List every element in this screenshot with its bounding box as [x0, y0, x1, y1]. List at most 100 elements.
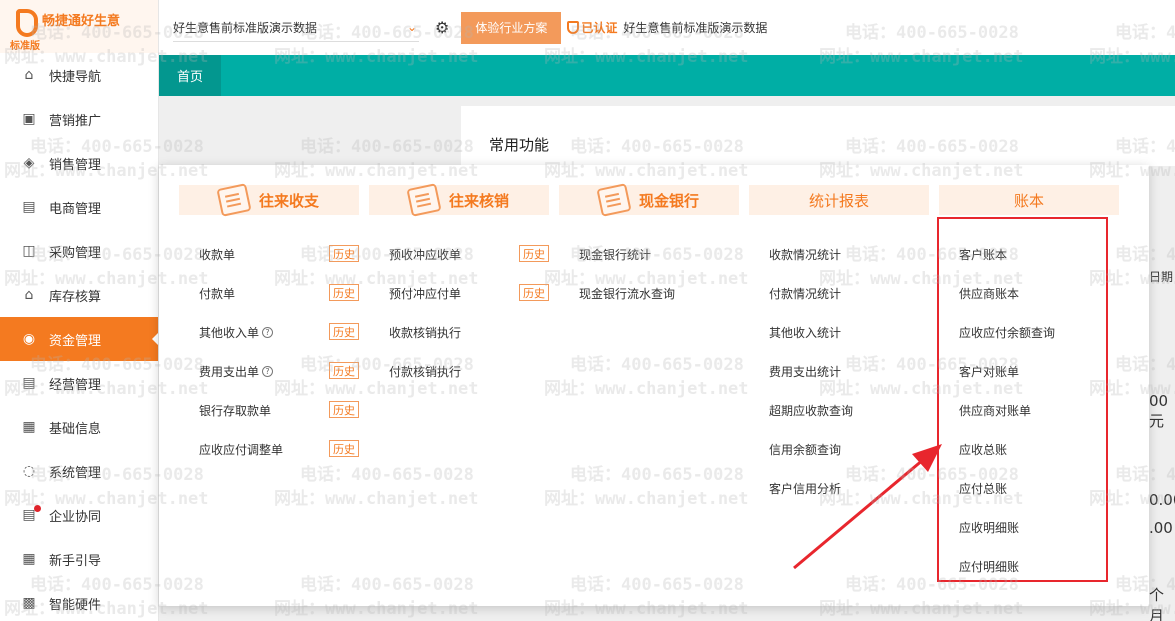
- gift-icon: ▣: [22, 111, 36, 127]
- menu-item[interactable]: 超期应收款查询: [749, 391, 929, 430]
- sidebar-item-label: 资金管理: [49, 333, 102, 349]
- help-icon[interactable]: ?: [262, 366, 274, 377]
- sidebar-item-label: 新手引导: [49, 553, 102, 569]
- help-icon[interactable]: ?: [262, 327, 274, 338]
- sidebar: 标准版 畅捷通好生意 ⌂ 快捷导航 ▣ 营销推广 ◈ 销售管理 ▤ 电商管理 ◫ 采购管理 ⌂ 库存核…: [0, 0, 159, 621]
- menu-item[interactable]: 付款单 历史: [179, 274, 359, 313]
- sidebar-item[interactable]: ⌂ 快捷导航: [0, 53, 158, 97]
- funds-menu-panel: 往来收支 收款单 历史 付款单 历史 其他收入单? 历史 费用支出单? 历史 银行存取款单 历史 应收…: [159, 165, 1149, 606]
- warehouse-icon: ⌂: [24, 287, 34, 303]
- sidebar-item[interactable]: ◌ 系统管理: [0, 449, 158, 493]
- money-icon: ◉: [22, 331, 36, 347]
- menu-item[interactable]: 应收应付调整单 历史: [179, 430, 359, 469]
- document-icon: [406, 183, 442, 217]
- verified-company: 好生意售前标准版演示数据: [623, 21, 768, 35]
- bg-fragment: 0.00: [1149, 491, 1175, 509]
- sidebar-item-label: 经营管理: [49, 377, 102, 393]
- chevron-down-icon: ⌄: [406, 20, 417, 34]
- history-button[interactable]: 历史: [519, 284, 549, 301]
- history-button[interactable]: 历史: [329, 362, 359, 379]
- menu-item[interactable]: 费用支出统计: [749, 352, 929, 391]
- highlight-box: [937, 217, 1108, 582]
- shield-icon: [567, 21, 580, 34]
- menu-item[interactable]: 收款核销执行: [369, 313, 549, 352]
- tab-home[interactable]: 首页: [159, 55, 221, 96]
- sidebar-item[interactable]: ◈ 销售管理: [0, 141, 158, 185]
- menu-item[interactable]: 其他收入统计: [749, 313, 929, 352]
- sidebar-item[interactable]: ◉ 资金管理: [0, 317, 158, 361]
- menu-item[interactable]: 现金银行统计: [559, 235, 739, 274]
- bg-fragment: .00: [1149, 519, 1173, 537]
- sidebar-item[interactable]: ▦ 新手引导: [0, 537, 158, 581]
- edition-label: 标准版: [10, 40, 40, 52]
- sidebar-item[interactable]: ▦ 基础信息: [0, 405, 158, 449]
- sidebar-item[interactable]: ▤ 电商管理: [0, 185, 158, 229]
- sidebar-item[interactable]: ⌂ 库存核算: [0, 273, 158, 317]
- document-icon: [216, 183, 252, 217]
- sidebar-item[interactable]: ◫ 采购管理: [0, 229, 158, 273]
- sidebar-item[interactable]: ▣ 营销推广: [0, 97, 158, 141]
- menu-column: 现金银行现金银行统计 现金银行流水查询: [559, 183, 739, 313]
- history-button[interactable]: 历史: [329, 401, 359, 418]
- sidebar-item-label: 系统管理: [49, 465, 102, 481]
- guide-icon: ▦: [22, 551, 36, 567]
- menu-column-title: 往来收支: [179, 183, 359, 217]
- sidebar-item-label: 基础信息: [49, 421, 102, 437]
- sidebar-item-label: 企业协同: [49, 509, 102, 525]
- tab-bar: 首页: [159, 55, 1175, 96]
- verified-badge: 已认证: [567, 19, 617, 36]
- annotation-arrow: [793, 444, 942, 570]
- menu-column: 往来收支 收款单 历史 付款单 历史 其他收入单? 历史 费用支出单? 历史 银行存取款单 历史 应收…: [179, 183, 359, 469]
- history-button[interactable]: 历史: [519, 245, 549, 262]
- app-logo[interactable]: 标准版 畅捷通好生意: [0, 0, 158, 53]
- history-button[interactable]: 历史: [329, 284, 359, 301]
- sidebar-item[interactable]: ▤ 经营管理: [0, 361, 158, 405]
- menu-item[interactable]: 现金银行流水查询: [559, 274, 739, 313]
- notification-dot: [34, 505, 41, 512]
- sidebar-item-label: 销售管理: [49, 157, 102, 173]
- menu-item[interactable]: 付款核销执行: [369, 352, 549, 391]
- common-functions-card: 常用功能: [461, 106, 1175, 166]
- clipboard-icon: ▤: [22, 375, 36, 391]
- menu-column-title: 账本: [939, 185, 1119, 215]
- bg-fragment: 00元: [1149, 392, 1169, 430]
- history-button[interactable]: 历史: [329, 245, 359, 262]
- sales-icon: ◈: [23, 155, 35, 171]
- company-select[interactable]: 好生意售前标准版演示数据 ⌄: [173, 14, 419, 42]
- document-icon: [596, 183, 632, 217]
- menu-column-title: 现金银行: [559, 183, 739, 217]
- logo-icon: 标准版: [10, 7, 46, 52]
- sidebar-item-label: 快捷导航: [49, 69, 102, 85]
- sidebar-item-label: 采购管理: [49, 245, 102, 261]
- bg-fragment: 日期: [1149, 270, 1174, 284]
- card-title: 常用功能: [489, 136, 550, 154]
- gear-icon[interactable]: ⚙: [435, 18, 449, 37]
- shop-icon: ▤: [22, 199, 36, 215]
- sidebar-item-label: 智能硬件: [49, 597, 102, 613]
- menu-column-title: 统计报表: [749, 185, 929, 215]
- logo-name: 畅捷通好生意: [42, 14, 121, 29]
- menu-item[interactable]: 费用支出单? 历史: [179, 352, 359, 391]
- top-bar: 好生意售前标准版演示数据 ⌄ ⚙ 体验行业方案 已认证 好生意售前标准版演示数据: [159, 0, 1175, 55]
- menu-column-title: 往来核销: [369, 183, 549, 217]
- history-button[interactable]: 历史: [329, 440, 359, 457]
- id-card-icon: ▦: [22, 419, 36, 435]
- history-button[interactable]: 历史: [329, 323, 359, 340]
- bag-icon: ◫: [22, 243, 36, 259]
- menu-item[interactable]: 预付冲应付单 历史: [369, 274, 549, 313]
- sidebar-item-label: 库存核算: [49, 289, 102, 305]
- sidebar-item[interactable]: ▤ 企业协同: [0, 493, 158, 537]
- sidebar-item[interactable]: ▩ 智能硬件: [0, 581, 158, 621]
- system-icon: ◌: [22, 463, 36, 479]
- tv-icon: ▩: [22, 595, 36, 611]
- menu-column: 往来核销预收冲应收单 历史 预付冲应付单 历史 收款核销执行 付款核销执行: [369, 183, 549, 391]
- menu-item[interactable]: 预收冲应收单 历史: [369, 235, 549, 274]
- menu-item[interactable]: 其他收入单? 历史: [179, 313, 359, 352]
- trial-industry-button[interactable]: 体验行业方案: [461, 11, 562, 44]
- menu-item[interactable]: 收款情况统计: [749, 235, 929, 274]
- sidebar-item-label: 电商管理: [49, 201, 102, 217]
- menu-item[interactable]: 付款情况统计: [749, 274, 929, 313]
- menu-item[interactable]: 银行存取款单 历史: [179, 391, 359, 430]
- menu-item[interactable]: 收款单 历史: [179, 235, 359, 274]
- sidebar-item-label: 营销推广: [49, 113, 102, 129]
